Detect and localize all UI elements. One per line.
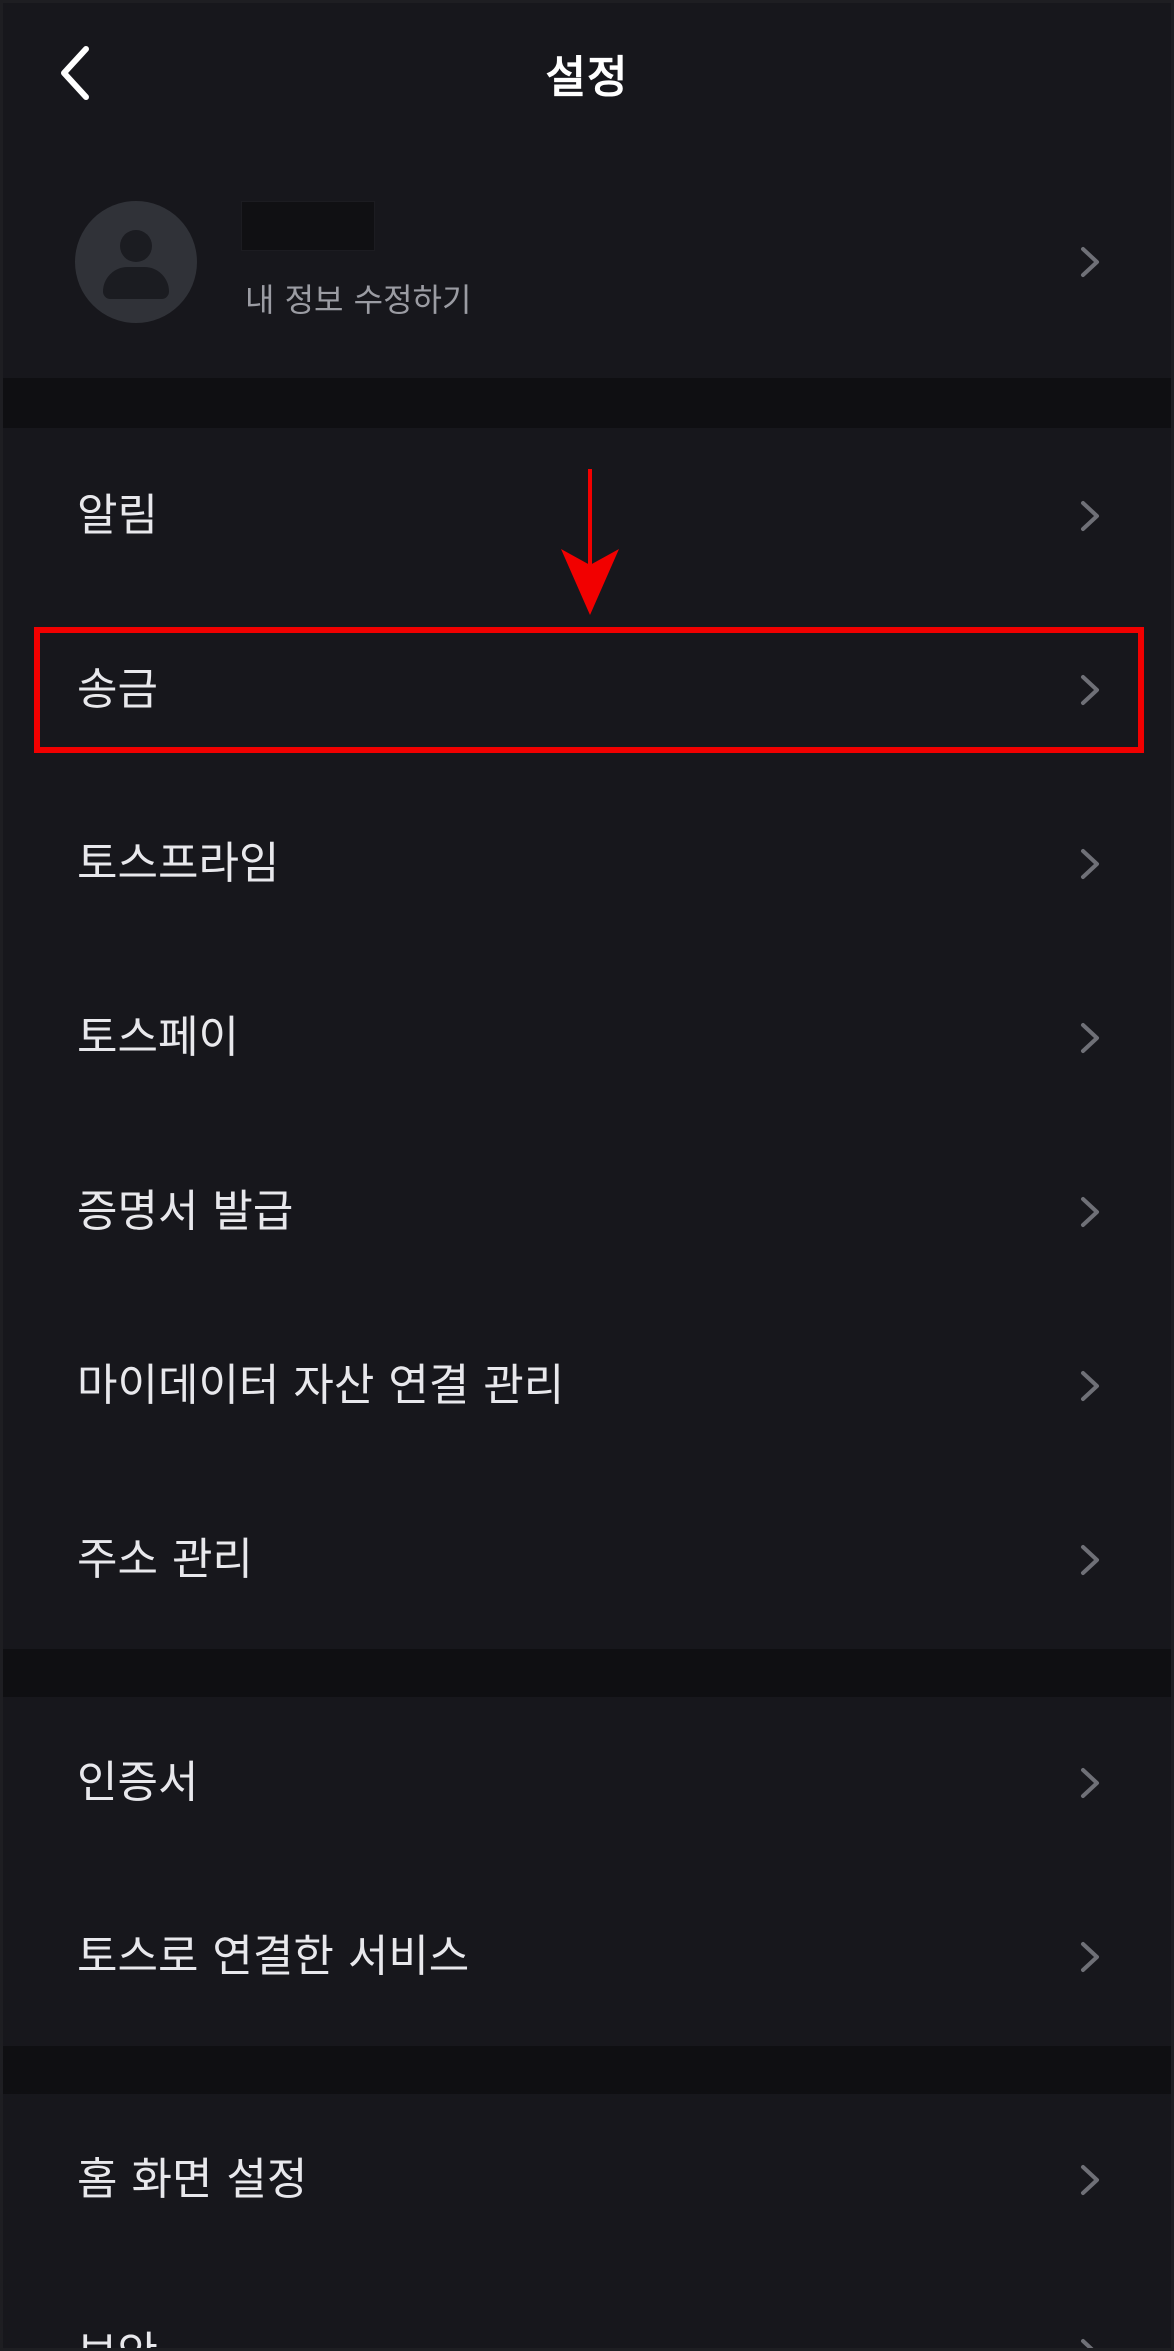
menu-item-toss-pay[interactable]: 토스페이 [3, 951, 1171, 1125]
chevron-right-icon [1081, 1023, 1099, 1053]
profile-row[interactable]: 내 정보 수정하기 [3, 153, 1171, 378]
menu-item-label: 보안 [77, 2267, 158, 2348]
section-divider [3, 378, 1171, 428]
chevron-right-icon [1081, 1942, 1099, 1972]
profile-name-redacted [241, 201, 375, 251]
menu-item-label: 알림 [77, 490, 158, 541]
chevron-right-icon [1081, 247, 1099, 277]
chevron-right-icon [1081, 1371, 1099, 1401]
menu-item-certificate-issuance[interactable]: 증명서 발급 [3, 1125, 1171, 1299]
chevron-right-icon [1081, 675, 1099, 705]
chevron-right-icon [1081, 2165, 1099, 2195]
chevron-right-icon [1081, 2339, 1094, 2348]
avatar [75, 201, 197, 323]
section-divider [3, 1649, 1171, 1697]
settings-screen: 설정 내 정보 수정하기 알림 송금 토스프라임 토스페이 증명서 발급 마이데… [0, 0, 1174, 2351]
menu-item-home-screen[interactable]: 홈 화면 설정 [3, 2093, 1171, 2267]
chevron-right-icon [1081, 1545, 1099, 1575]
menu-item-label: 인증서 [77, 1757, 199, 1808]
chevron-right-icon [1081, 501, 1099, 531]
menu-item-label: 증명서 발급 [77, 1186, 294, 1237]
menu-item-certificate[interactable]: 인증서 [3, 1696, 1171, 1870]
chevron-right-icon [1081, 1768, 1099, 1798]
menu-item-address[interactable]: 주소 관리 [3, 1473, 1171, 1647]
menu-item-transfer[interactable]: 송금 [3, 603, 1171, 777]
menu-item-label: 홈 화면 설정 [77, 2154, 308, 2205]
menu-item-toss-prime[interactable]: 토스프라임 [3, 777, 1171, 951]
menu-item-label: 마이데이터 자산 연결 관리 [77, 1360, 565, 1411]
menu-item-label: 주소 관리 [77, 1534, 253, 1585]
menu-item-label: 송금 [77, 664, 158, 715]
menu-item-label: 토스로 연결한 서비스 [77, 1931, 470, 1982]
profile-edit-label: 내 정보 수정하기 [245, 281, 472, 319]
menu-item-label: 토스프라임 [77, 838, 280, 889]
chevron-right-icon [1081, 849, 1099, 879]
menu-item-connected-services[interactable]: 토스로 연결한 서비스 [3, 1870, 1171, 2044]
menu-item-label: 토스페이 [77, 1012, 239, 1063]
chevron-right-icon [1081, 1197, 1099, 1227]
menu-item-security[interactable]: 보안 [3, 2267, 1171, 2348]
section-divider [3, 2046, 1171, 2094]
menu-item-notifications[interactable]: 알림 [3, 429, 1171, 603]
header: 설정 [3, 3, 1171, 153]
page-title: 설정 [545, 52, 629, 103]
menu-item-mydata-assets[interactable]: 마이데이터 자산 연결 관리 [3, 1299, 1171, 1473]
